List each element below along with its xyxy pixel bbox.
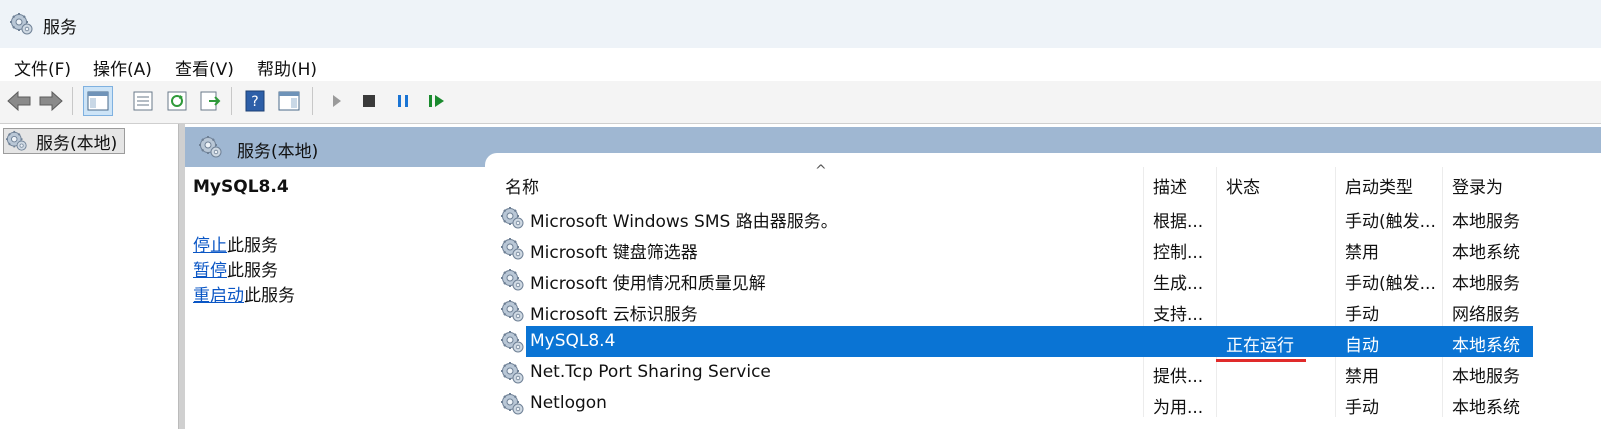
service-description: 提供... (1153, 367, 1204, 387)
title-bar: 服务 (0, 0, 1601, 49)
toolbar: ? (0, 81, 1601, 124)
show-hide-console-tree-icon[interactable] (83, 86, 113, 116)
service-row[interactable]: Net.Tcp Port Sharing Service 提供... 禁用 本地服务 (501, 357, 1533, 388)
resume-icon[interactable] (422, 86, 452, 116)
stop-service-suffix: 此服务 (227, 236, 278, 256)
gear-services-icon (501, 206, 525, 230)
pause-icon[interactable] (388, 86, 418, 116)
gear-services-icon (10, 12, 34, 36)
service-description: 控制... (1153, 243, 1204, 263)
service-row[interactable]: MySQL8.4 正在运行 自动 本地系统 (501, 326, 1533, 357)
gear-services-icon (501, 392, 525, 416)
service-description: 支持... (1153, 305, 1204, 325)
pause-service-line: 暂停此服务 (193, 256, 278, 281)
service-name: Netlogon (530, 393, 607, 413)
properties-icon[interactable] (128, 86, 158, 116)
selection-highlight (526, 326, 1533, 357)
service-name: Net.Tcp Port Sharing Service (530, 362, 771, 382)
service-startup-type: 禁用 (1345, 367, 1379, 387)
tree-node-services-local[interactable]: 服务(本地) (3, 128, 125, 154)
service-startup-type: 禁用 (1345, 243, 1379, 263)
service-name: Microsoft 键盘筛选器 (530, 243, 698, 263)
services-list: ^ 名称 描述 状态 启动类型 登录为 Microsoft Windows SM… (485, 153, 1601, 429)
gear-services-icon (501, 237, 525, 261)
forward-arrow-icon[interactable] (36, 86, 66, 116)
gear-services-icon (199, 135, 223, 159)
service-startup-type: 手动(触发... (1345, 274, 1436, 294)
back-arrow-icon[interactable] (4, 86, 34, 116)
service-name: Microsoft Windows SMS 路由器服务。 (530, 212, 838, 232)
service-description: 为用... (1153, 398, 1204, 418)
pause-service-suffix: 此服务 (227, 261, 278, 281)
svg-text:?: ? (251, 94, 258, 110)
service-name: MySQL8.4 (530, 331, 616, 351)
pause-service-link[interactable]: 暂停 (193, 261, 227, 281)
service-row[interactable]: Microsoft 使用情况和质量见解 生成... 手动(触发... 本地服务 (501, 264, 1533, 295)
column-header-name[interactable]: 名称 (505, 173, 539, 198)
service-log-on-as: 本地系统 (1452, 398, 1520, 418)
stop-icon[interactable] (354, 86, 384, 116)
service-startup-type: 手动(触发... (1345, 212, 1436, 232)
status-annotation-underline (1216, 359, 1306, 362)
stop-service-link[interactable]: 停止 (193, 236, 227, 256)
service-log-on-as: 网络服务 (1452, 305, 1520, 325)
restart-service-line: 重启动此服务 (193, 281, 295, 306)
view-icon[interactable] (274, 86, 304, 116)
service-log-on-as: 本地服务 (1452, 212, 1520, 232)
column-header-description[interactable]: 描述 (1153, 173, 1187, 198)
service-log-on-as: 本地系统 (1452, 336, 1520, 356)
service-status: 正在运行 (1226, 336, 1294, 356)
menu-view[interactable]: 查看(V) (175, 55, 234, 80)
selected-service-name: MySQL8.4 (193, 177, 289, 197)
menu-action[interactable]: 操作(A) (93, 55, 152, 80)
service-description: 生成... (1153, 274, 1204, 294)
gear-services-icon (501, 299, 525, 323)
gear-services-icon (501, 361, 525, 385)
start-icon[interactable] (322, 86, 352, 116)
service-row[interactable]: Netlogon 为用... 手动 本地系统 (501, 388, 1533, 419)
service-row[interactable]: Microsoft Windows SMS 路由器服务。 根据... 手动(触发..… (501, 202, 1533, 233)
column-header-startup-type[interactable]: 启动类型 (1345, 173, 1413, 198)
service-name: Microsoft 使用情况和质量见解 (530, 274, 766, 294)
service-description-pane: MySQL8.4 停止此服务 暂停此服务 重启动此服务 (185, 167, 485, 429)
service-startup-type: 手动 (1345, 398, 1379, 418)
sort-indicator: ^ (815, 163, 827, 179)
service-name: Microsoft 云标识服务 (530, 305, 698, 325)
panel-title: 服务(本地) (237, 142, 319, 162)
gear-services-icon (6, 130, 28, 152)
export-list-icon[interactable] (195, 86, 225, 116)
stop-service-line: 停止此服务 (193, 231, 278, 256)
service-description: 根据... (1153, 212, 1204, 232)
help-icon[interactable]: ? (240, 86, 270, 116)
restart-service-suffix: 此服务 (244, 286, 295, 306)
restart-service-link[interactable]: 重启动 (193, 286, 244, 306)
menu-file[interactable]: 文件(F) (14, 55, 71, 80)
console-tree: 服务(本地) (0, 124, 179, 429)
menu-bar: 文件(F) 操作(A) 查看(V) 帮助(H) (0, 48, 1601, 82)
service-startup-type: 手动 (1345, 305, 1379, 325)
menu-help[interactable]: 帮助(H) (257, 55, 317, 80)
service-log-on-as: 本地系统 (1452, 243, 1520, 263)
column-header-log-on-as[interactable]: 登录为 (1452, 173, 1503, 198)
service-row[interactable]: Microsoft 云标识服务 支持... 手动 网络服务 (501, 295, 1533, 326)
gear-services-icon (501, 268, 525, 292)
window-title: 服务 (43, 18, 77, 38)
gear-services-icon (501, 330, 525, 354)
service-log-on-as: 本地服务 (1452, 274, 1520, 294)
service-log-on-as: 本地服务 (1452, 367, 1520, 387)
service-row[interactable]: Microsoft 键盘筛选器 控制... 禁用 本地系统 (501, 233, 1533, 264)
column-header-status[interactable]: 状态 (1226, 173, 1260, 198)
service-startup-type: 自动 (1345, 336, 1379, 356)
refresh-icon[interactable] (162, 86, 192, 116)
tree-node-label: 服务(本地) (36, 133, 118, 154)
